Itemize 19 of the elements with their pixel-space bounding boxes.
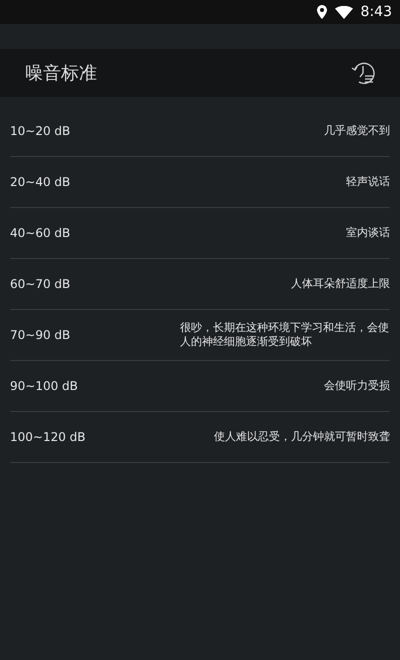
noise-description: 轻声说话 [346,175,390,189]
location-pin-icon [316,5,327,19]
decibel-range: 60~70 dB [10,277,70,291]
noise-description: 人体耳朵舒适度上限 [291,277,390,291]
noise-description: 会使听力受损 [324,379,390,393]
noise-description: 几乎感觉不到 [324,124,390,138]
clock-time: 8:43 [360,4,392,20]
wifi-icon [334,6,353,18]
decibel-range: 70~90 dB [10,328,70,342]
noise-description: 很吵，长期在这种环境下学习和生活，会使人的神经细胞逐渐受到破坏 [180,321,390,349]
history-icon[interactable] [350,60,376,86]
decibel-range: 100~120 dB [10,430,86,444]
decibel-range: 20~40 dB [10,175,70,189]
page-title: 噪音标准 [25,62,97,85]
decibel-range: 40~60 dB [10,226,70,240]
noise-description: 使人难以忍受，几分钟就可暂时致聋 [214,430,390,444]
decibel-range: 90~100 dB [10,379,78,393]
decibel-range: 10~20 dB [10,124,70,138]
noise-description: 室内谈话 [346,226,390,240]
